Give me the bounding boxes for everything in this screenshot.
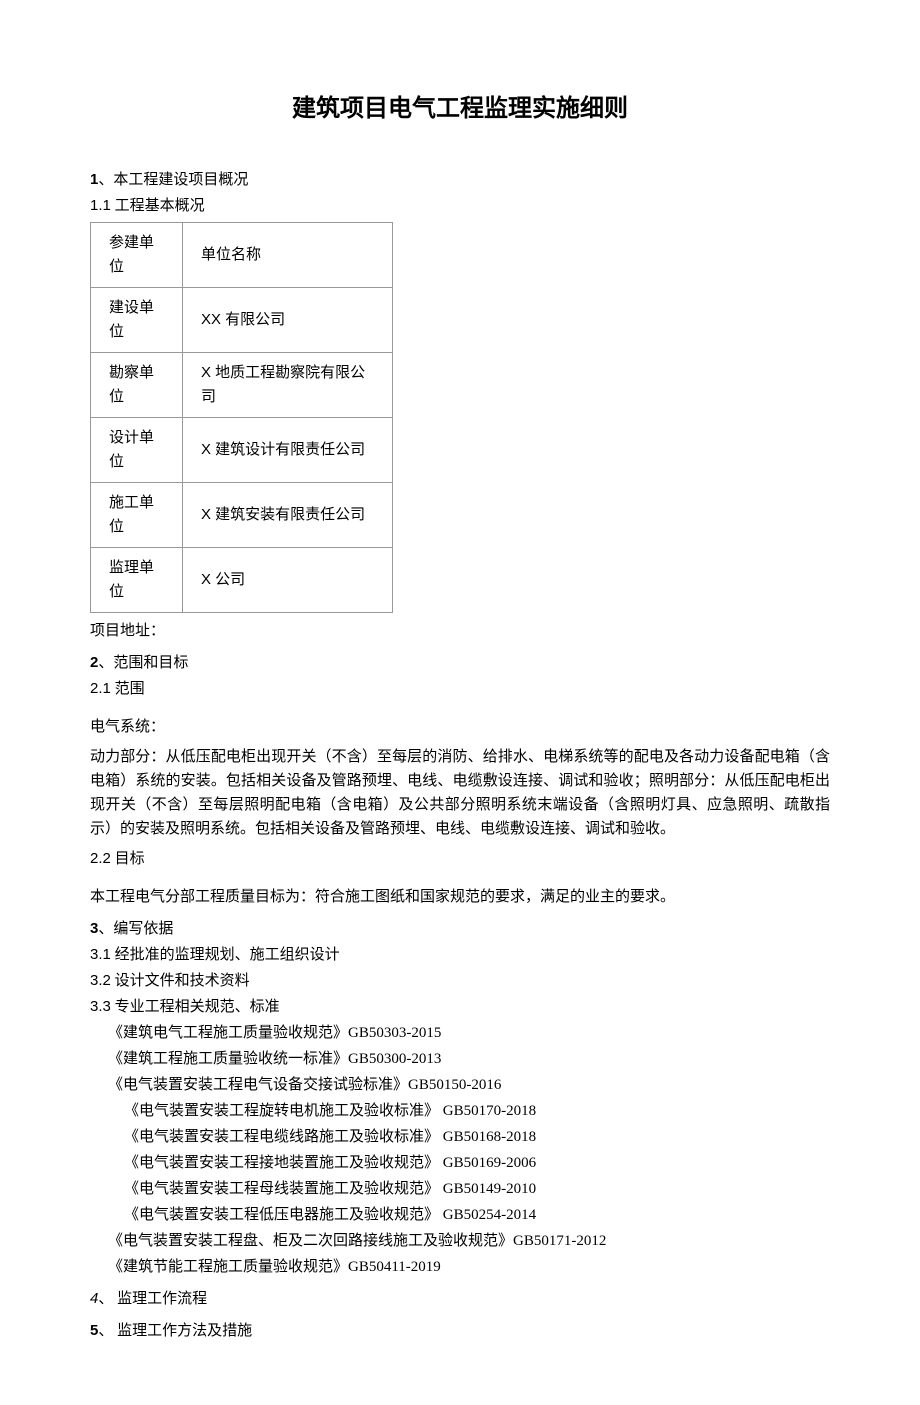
table-cell: X 建筑设计有限责任公司 bbox=[183, 418, 393, 483]
section-5-number: 5 bbox=[90, 1322, 98, 1339]
standard-item: 《电气装置安装工程盘、柜及二次回路接线施工及验收规范》GB50171-2012 bbox=[108, 1229, 830, 1253]
subsection-1-1-number: 1.1 bbox=[90, 197, 111, 214]
subsection-2-1-number: 2.1 bbox=[90, 680, 111, 697]
scope-body: 动力部分：从低压配电柜出现开关（不含）至每层的消防、给排水、电梯系统等的配电及各… bbox=[90, 745, 830, 841]
section-5-heading: 5、 监理工作方法及措施 bbox=[90, 1319, 830, 1343]
table-row: 设计单位 X 建筑设计有限责任公司 bbox=[91, 418, 393, 483]
section-4-text: 、 监理工作流程 bbox=[98, 1291, 207, 1307]
section-1-text: 、本工程建设项目概况 bbox=[98, 172, 248, 188]
standard-item: 《电气装置安装工程旋转电机施工及验收标准》 GB50170-2018 bbox=[124, 1099, 830, 1123]
table-row: 施工单位 X 建筑安装有限责任公司 bbox=[91, 483, 393, 548]
subsection-3-2-text: 设计文件和技术资料 bbox=[111, 973, 250, 989]
subsection-3-1: 3.1 经批准的监理规划、施工组织设计 bbox=[90, 943, 830, 967]
standard-item: 《建筑电气工程施工质量验收规范》GB50303-2015 bbox=[108, 1021, 830, 1045]
table-cell: 施工单位 bbox=[91, 483, 183, 548]
table-row: 参建单位 单位名称 bbox=[91, 223, 393, 288]
table-cell: 单位名称 bbox=[183, 223, 393, 288]
standard-item: 《电气装置安装工程低压电器施工及验收规范》 GB50254-2014 bbox=[124, 1203, 830, 1227]
table-cell: 参建单位 bbox=[91, 223, 183, 288]
section-2-heading: 2、范围和目标 bbox=[90, 651, 830, 675]
project-address: 项目地址： bbox=[90, 619, 830, 643]
standard-item: 《建筑工程施工质量验收统一标准》GB50300-2013 bbox=[108, 1047, 830, 1071]
standard-item: 《电气装置安装工程电气设备交接试验标准》GB50150-2016 bbox=[108, 1073, 830, 1097]
table-cell: X 建筑安装有限责任公司 bbox=[183, 483, 393, 548]
table-cell: 设计单位 bbox=[91, 418, 183, 483]
subsection-1-1-text: 工程基本概况 bbox=[111, 198, 205, 214]
section-3-text: 、编写依据 bbox=[98, 921, 173, 937]
electrical-system-label: 电气系统： bbox=[90, 715, 830, 739]
section-3-heading: 3、编写依据 bbox=[90, 917, 830, 941]
section-5-text: 、 监理工作方法及措施 bbox=[98, 1323, 252, 1339]
table-cell: XX 有限公司 bbox=[183, 288, 393, 353]
subsection-1-1: 1.1 工程基本概况 bbox=[90, 194, 830, 218]
subsection-2-2-text: 目标 bbox=[111, 851, 145, 867]
document-title: 建筑项目电气工程监理实施细则 bbox=[90, 90, 830, 128]
table-cell: 建设单位 bbox=[91, 288, 183, 353]
section-4-heading: 4、 监理工作流程 bbox=[90, 1287, 830, 1311]
standard-item: 《电气装置安装工程电缆线路施工及验收标准》 GB50168-2018 bbox=[124, 1125, 830, 1149]
section-2-text: 、范围和目标 bbox=[98, 655, 188, 671]
table-row: 勘察单位 X 地质工程勘察院有限公司 bbox=[91, 353, 393, 418]
table-row: 建设单位 XX 有限公司 bbox=[91, 288, 393, 353]
subsection-3-3-text: 专业工程相关规范、标准 bbox=[111, 999, 280, 1015]
units-table: 参建单位 单位名称 建设单位 XX 有限公司 勘察单位 X 地质工程勘察院有限公… bbox=[90, 222, 393, 613]
subsection-2-1-text: 范围 bbox=[111, 681, 145, 697]
subsection-2-2-number: 2.2 bbox=[90, 850, 111, 867]
subsection-2-1: 2.1 范围 bbox=[90, 677, 830, 701]
subsection-3-1-text: 经批准的监理规划、施工组织设计 bbox=[111, 947, 340, 963]
subsection-3-2-number: 3.2 bbox=[90, 972, 111, 989]
standard-item: 《电气装置安装工程接地装置施工及验收规范》 GB50169-2006 bbox=[124, 1151, 830, 1175]
subsection-3-2: 3.2 设计文件和技术资料 bbox=[90, 969, 830, 993]
section-1-heading: 1、本工程建设项目概况 bbox=[90, 168, 830, 192]
standard-item: 《电气装置安装工程母线装置施工及验收规范》 GB50149-2010 bbox=[124, 1177, 830, 1201]
subsection-2-2: 2.2 目标 bbox=[90, 847, 830, 871]
table-row: 监理单位 X 公司 bbox=[91, 548, 393, 613]
subsection-3-1-number: 3.1 bbox=[90, 946, 111, 963]
table-cell: 勘察单位 bbox=[91, 353, 183, 418]
subsection-3-3-number: 3.3 bbox=[90, 998, 111, 1015]
goal-body: 本工程电气分部工程质量目标为：符合施工图纸和国家规范的要求，满足的业主的要求。 bbox=[90, 885, 830, 909]
table-cell: 监理单位 bbox=[91, 548, 183, 613]
table-cell: X 地质工程勘察院有限公司 bbox=[183, 353, 393, 418]
subsection-3-3: 3.3 专业工程相关规范、标准 bbox=[90, 995, 830, 1019]
standard-item: 《建筑节能工程施工质量验收规范》GB50411-2019 bbox=[108, 1255, 830, 1279]
table-cell: X 公司 bbox=[183, 548, 393, 613]
